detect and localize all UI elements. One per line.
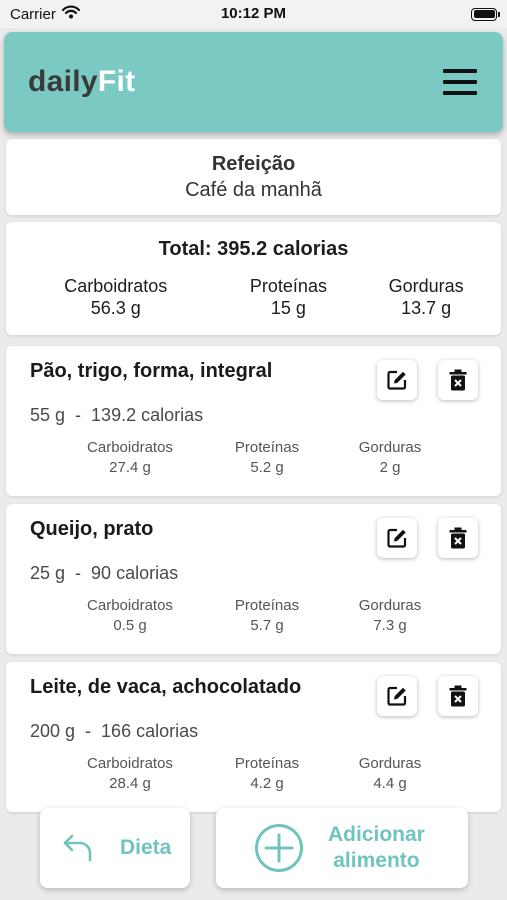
food-calories: 90 calorias: [91, 563, 179, 583]
total-fat: Gorduras 13.7 g: [351, 275, 501, 319]
total-carbs: Carboidratos 56.3 g: [6, 275, 226, 319]
food-quantity-line: 55 g -139.2 calorias: [30, 405, 501, 426]
macro-value: 27.4 g: [109, 459, 151, 476]
food-fat: Gorduras 2 g: [354, 438, 426, 478]
macro-label: Gorduras: [358, 755, 422, 772]
macro-label: Proteínas: [234, 597, 300, 614]
food-quantity: 200 g: [30, 721, 76, 741]
battery-icon: [471, 7, 500, 21]
macro-label: Gorduras: [358, 439, 422, 456]
macro-label: Carboidratos: [87, 755, 173, 772]
add-food-button-label: Adicionar alimento: [328, 822, 425, 874]
macro-value: 28.4 g: [109, 775, 151, 792]
status-bar: Carrier 10:12 PM: [0, 0, 507, 28]
app-header: dailyFit: [4, 32, 503, 132]
total-card: Total: 395.2 calorias Carboidratos 56.3 …: [6, 222, 501, 335]
food-fat: Gorduras 7.3 g: [354, 596, 426, 636]
food-quantity: 25 g: [30, 563, 66, 583]
food-fat: Gorduras 4.4 g: [354, 754, 426, 794]
macro-value: 4.4 g: [373, 775, 407, 792]
macro-label: Carboidratos: [87, 597, 173, 614]
menu-icon[interactable]: [443, 69, 477, 95]
delete-icon: [449, 369, 467, 391]
food-carbs: Carboidratos 27.4 g: [80, 438, 180, 478]
edit-button[interactable]: [377, 676, 417, 716]
separator: -: [85, 721, 92, 741]
total-protein: Proteínas 15 g: [226, 275, 352, 319]
delete-icon: [449, 527, 467, 549]
logo-part-fit: Fit: [97, 65, 136, 98]
macro-value: 4.2 g: [250, 775, 284, 792]
food-item-card: Leite, de vaca, achocolatado 200 g -166 c…: [6, 662, 501, 812]
status-left: Carrier: [10, 5, 80, 23]
add-food-button[interactable]: Adicionar alimento: [216, 808, 468, 888]
macro-value: 56.3 g: [90, 298, 141, 318]
macro-label: Carboidratos: [87, 439, 173, 456]
food-protein: Proteínas 4.2 g: [180, 754, 354, 794]
meal-card: Refeição Café da manhã: [6, 139, 501, 215]
food-protein: Proteínas 5.7 g: [180, 596, 354, 636]
delete-button[interactable]: [438, 518, 478, 558]
macro-label: Gorduras: [358, 597, 422, 614]
separator: -: [75, 563, 82, 583]
carrier-label: Carrier: [10, 5, 56, 23]
plus-circle-icon: [255, 824, 303, 872]
wifi-icon: [61, 5, 80, 23]
edit-button[interactable]: [377, 360, 417, 400]
food-item-card: Queijo, prato 25 g -90 calorias Carboidra…: [6, 504, 501, 654]
macro-label: Proteínas: [234, 439, 300, 456]
food-macros: Carboidratos 0.5 g Proteínas 5.7 g Gordura…: [80, 596, 501, 636]
macro-label: Proteínas: [249, 276, 327, 296]
food-name: Leite, de vaca, achocolatado: [30, 676, 302, 698]
food-quantity: 55 g: [30, 405, 66, 425]
add-label-line1: Adicionar: [328, 823, 425, 846]
food-calories: 166 calorias: [101, 721, 199, 741]
macro-value: 2 g: [379, 459, 401, 476]
macro-label: Gorduras: [388, 276, 464, 296]
meal-label: Refeição: [211, 153, 296, 175]
food-protein: Proteínas 5.2 g: [180, 438, 354, 478]
macro-value: 13.7 g: [401, 298, 452, 318]
delete-button[interactable]: [438, 676, 478, 716]
edit-icon: [387, 686, 407, 706]
macro-label: Carboidratos: [64, 276, 168, 296]
food-name: Pão, trigo, forma, integral: [30, 360, 273, 382]
separator: -: [75, 405, 82, 425]
delete-icon: [449, 685, 467, 707]
macro-value: 5.2 g: [250, 459, 284, 476]
diet-button[interactable]: Dieta: [40, 808, 190, 888]
food-quantity-line: 200 g -166 calorias: [30, 721, 501, 742]
food-macros: Carboidratos 27.4 g Proteínas 5.2 g Gordur…: [80, 438, 501, 478]
total-macros: Carboidratos 56.3 g Proteínas 15 g Gordu…: [6, 275, 501, 319]
food-macros: Carboidratos 28.4 g Proteínas 4.2 g Gordur…: [80, 754, 501, 794]
add-label-line2: alimento: [333, 849, 420, 872]
macro-label: Proteínas: [234, 755, 300, 772]
edit-icon: [387, 370, 407, 390]
food-item-card: Pão, trigo, forma, integral 55 g -139.2 c…: [6, 346, 501, 496]
undo-arrow-icon: [63, 834, 92, 862]
macro-value: 7.3 g: [373, 617, 407, 634]
total-calories: Total: 395.2 calorias: [158, 238, 349, 260]
edit-icon: [387, 528, 407, 548]
meal-name: Café da manhã: [185, 179, 322, 201]
food-carbs: Carboidratos 0.5 g: [80, 596, 180, 636]
food-calories: 139.2 calorias: [91, 405, 204, 425]
food-carbs: Carboidratos 28.4 g: [80, 754, 180, 794]
delete-button[interactable]: [438, 360, 478, 400]
macro-value: 0.5 g: [113, 617, 147, 634]
food-name: Queijo, prato: [30, 518, 154, 540]
macro-value: 15 g: [270, 298, 306, 318]
macro-value: 5.7 g: [250, 617, 284, 634]
diet-button-label: Dieta: [120, 836, 172, 859]
logo-part-daily: daily: [28, 65, 98, 98]
app-logo: dailyFit: [28, 65, 135, 99]
edit-button[interactable]: [377, 518, 417, 558]
food-quantity-line: 25 g -90 calorias: [30, 563, 501, 584]
